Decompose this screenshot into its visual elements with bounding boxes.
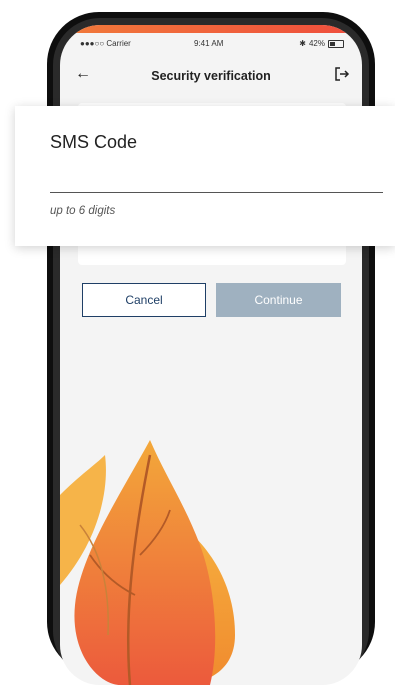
continue-button[interactable]: Continue [216,283,341,317]
status-bar: ●●●○○ Carrier 9:41 AM ✱ 42% [60,35,362,53]
sms-code-helper-text: up to 6 digits [50,205,116,217]
carrier-label: ●●●○○ Carrier [80,39,131,48]
logout-icon[interactable] [332,64,352,84]
status-right-group: ✱ 42% [299,39,344,48]
flame-illustration [60,440,235,685]
battery-percent: 42% [308,39,325,48]
status-time: 9:41 AM [194,39,224,48]
cancel-button[interactable]: Cancel [82,283,206,317]
sms-code-dialog: SMS Code up to 6 digits [15,106,395,246]
top-accent-strip [60,25,362,33]
navigation-bar: ← Security verification [60,59,362,91]
page-title: Security verification [151,69,271,83]
battery-icon [328,39,344,48]
bluetooth-icon: ✱ [299,39,306,48]
sms-code-title: SMS Code [50,132,138,152]
sms-code-input[interactable] [50,168,383,193]
